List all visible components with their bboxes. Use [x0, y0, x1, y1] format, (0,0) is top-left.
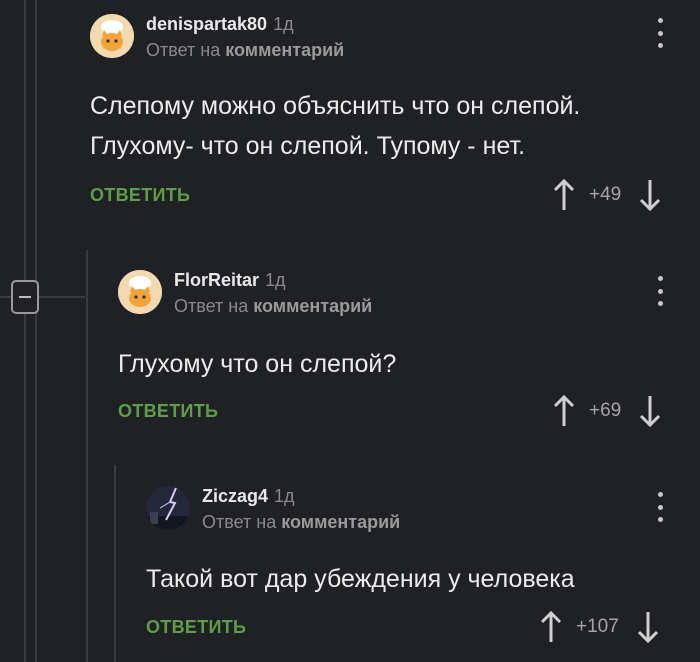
- reply-button[interactable]: ОТВЕТИТЬ: [146, 617, 246, 638]
- reply-to-label: Ответ на комментарий: [146, 40, 344, 61]
- reply-to-label: Ответ на комментарий: [174, 296, 372, 317]
- reply-prefix: Ответ на: [202, 512, 277, 532]
- cat-chef-avatar[interactable]: [118, 270, 162, 314]
- reply-prefix: Ответ на: [174, 296, 249, 316]
- downvote-arrow-icon[interactable]: [637, 610, 659, 644]
- reply-button[interactable]: ОТВЕТИТЬ: [118, 401, 218, 422]
- collapse-thread-button[interactable]: [11, 280, 39, 314]
- comment-text: Глухому что он слепой?: [118, 344, 396, 384]
- collapse-connector: [0, 296, 11, 298]
- comment-text: Такой вот дар убеждения у человека: [146, 559, 575, 599]
- upvote-arrow-icon[interactable]: [553, 394, 575, 428]
- more-vertical-icon[interactable]: [650, 18, 670, 48]
- downvote-arrow-icon[interactable]: [639, 394, 661, 428]
- username-text[interactable]: FlorReitar: [174, 270, 259, 290]
- vote-score: +107: [576, 616, 619, 637]
- collapse-minus-icon: [19, 296, 31, 298]
- comment-text-line: Слепому можно объяснить что он слепой.: [90, 92, 581, 120]
- reply-button[interactable]: ОТВЕТИТЬ: [90, 185, 190, 206]
- username-text[interactable]: denispartak80: [146, 14, 267, 34]
- comment-age: 1д: [265, 270, 286, 290]
- downvote-arrow-icon[interactable]: [639, 178, 661, 212]
- reply-prefix: Ответ на: [146, 40, 221, 60]
- comment-age: 1д: [273, 14, 294, 34]
- more-vertical-icon[interactable]: [650, 276, 670, 306]
- thread-line-level3: [114, 465, 116, 662]
- upvote-arrow-icon[interactable]: [540, 610, 562, 644]
- more-vertical-icon[interactable]: [650, 492, 670, 522]
- comment-text: Слепому можно объяснить что он слепой. Г…: [90, 86, 580, 166]
- comment: denispartak80 1д Ответ на комментарий Сле…: [90, 14, 690, 224]
- username[interactable]: Ziczag4 1д: [202, 486, 295, 507]
- comment: FlorReitar 1д Ответ на комментарий Глухом…: [118, 270, 690, 440]
- reply-target-link[interactable]: комментарий: [225, 40, 344, 60]
- comment-text-line: Такой вот дар убеждения у человека: [146, 565, 575, 593]
- comment-age: 1д: [274, 486, 295, 506]
- vote-controls: +69: [553, 394, 661, 428]
- username[interactable]: FlorReitar 1д: [174, 270, 286, 291]
- comment-text-line: Глухому что он слепой?: [118, 350, 397, 378]
- cat-chef-avatar[interactable]: [90, 14, 134, 58]
- comment: Ziczag4 1д Ответ на комментарий Такой вот…: [146, 486, 690, 656]
- username-text[interactable]: Ziczag4: [202, 486, 268, 506]
- collapse-connector: [39, 296, 85, 298]
- vote-controls: +49: [553, 178, 661, 212]
- thread-line-level2: [86, 250, 88, 662]
- vote-controls: +107: [540, 610, 659, 644]
- reply-target-link[interactable]: комментарий: [253, 296, 372, 316]
- username[interactable]: denispartak80 1д: [146, 14, 294, 35]
- reply-to-label: Ответ на комментарий: [202, 512, 400, 533]
- comment-text-line: Глухому- что он слепой. Тупому - нет.: [90, 132, 526, 160]
- upvote-arrow-icon[interactable]: [553, 178, 575, 212]
- thread-line-root: [24, 0, 26, 662]
- reply-target-link[interactable]: комментарий: [281, 512, 400, 532]
- thread-line-level1: [35, 0, 37, 662]
- vote-score: +69: [589, 400, 622, 421]
- vote-score: +49: [589, 184, 622, 205]
- lightning-photo-avatar[interactable]: [146, 486, 190, 530]
